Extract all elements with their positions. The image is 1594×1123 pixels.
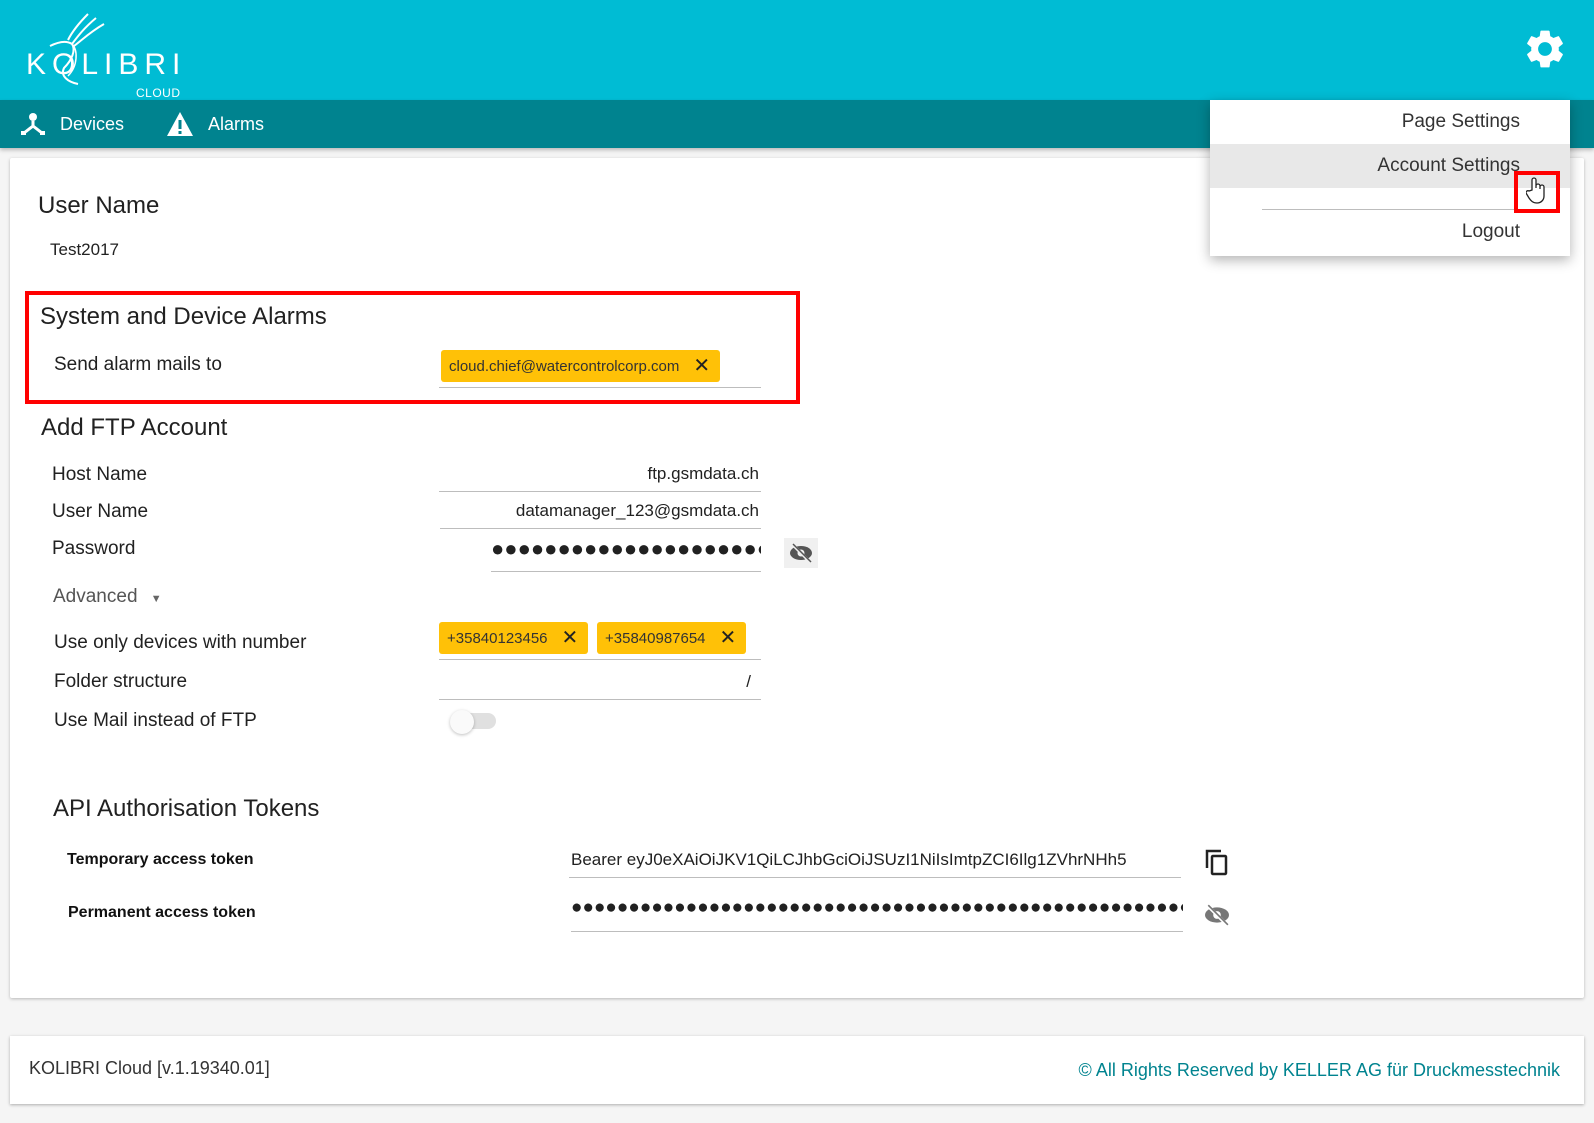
advanced-toggle[interactable]: Advanced ▼ [53,586,162,608]
remove-chip-icon[interactable]: ✕ [693,356,710,376]
settings-dropdown-menu: Page Settings Account Settings Logout [1210,100,1570,256]
device-number-chip: +35840123456 ✕ [439,622,589,654]
caret-down-icon: ▼ [150,593,162,605]
perm-token-label: Permanent access token [68,904,256,921]
device-number-chip: +35840987654 ✕ [597,622,747,654]
devices-number-label: Use only devices with number [54,632,307,653]
toggle-knob [450,710,474,734]
password-value: ●●●●●●●●●●●●●●●●●●●●●●● [491,538,761,561]
host-name-label: Host Name [52,464,148,485]
folder-structure-value: / [746,672,751,691]
api-tokens-heading: API Authorisation Tokens [53,795,320,822]
kolibri-logo[interactable]: KOLIBRI CLOUD [24,10,187,100]
chip-label: cloud.chief@watercontrolcorp.com [449,357,680,375]
temp-token-value: Bearer eyJ0eXAiOiJKV1QiLCJhbGciOiJSUzI1N… [571,850,1127,869]
perm-token-value: ●●●●●●●●●●●●●●●●●●●●●●●●●●●●●●●●●●●●●●●●… [571,898,1183,918]
settings-gear-button[interactable] [1522,26,1568,72]
password-label: Password [52,538,136,559]
perm-token-input[interactable]: ●●●●●●●●●●●●●●●●●●●●●●●●●●●●●●●●●●●●●●●●… [571,898,1183,932]
menu-item-label: Account Settings [1377,155,1520,176]
menu-item-label: Logout [1461,221,1520,242]
menu-item-logout[interactable]: Logout [1210,210,1570,254]
logo-text: KOLIBRI [26,48,187,81]
user-name-heading: User Name [38,192,160,219]
password-input[interactable]: ●●●●●●●●●●●●●●●●●●●●●●● [491,538,761,572]
temp-token-label: Temporary access token [67,851,254,868]
alarm-email-input[interactable]: cloud.chief@watercontrolcorp.com ✕ [439,350,761,388]
remove-chip-icon[interactable]: ✕ [562,628,579,648]
nav-alarms-label: Alarms [208,113,265,134]
chip-label: +35840123456 [447,629,548,647]
account-settings-card: User Name Test2017 System and Device Ala… [10,158,1584,998]
host-name-input[interactable]: ftp.gsmdata.ch [439,464,761,492]
page-footer: KOLIBRI Cloud [v.1.19340.01] © All Right… [10,1036,1584,1104]
top-header: KOLIBRI CLOUD [0,0,1594,100]
alarms-heading: System and Device Alarms [40,303,327,330]
ftp-user-name-input[interactable]: datamanager_123@gsmdata.ch [440,501,761,529]
ftp-user-name-label: User Name [52,501,149,522]
advanced-label: Advanced [53,586,138,607]
remove-chip-icon[interactable]: ✕ [720,628,737,648]
alarm-email-chip: cloud.chief@watercontrolcorp.com ✕ [441,350,721,382]
logo-subtext: CLOUD [136,86,181,100]
hand-pointer-icon [1525,177,1545,204]
nav-devices-label: Devices [60,113,125,134]
eye-off-icon [790,542,812,564]
toggle-token-visibility[interactable] [1200,900,1234,930]
nav-devices[interactable]: Devices [20,100,124,148]
nav-alarms[interactable]: Alarms [166,100,264,148]
toggle-password-visibility[interactable] [784,538,818,568]
temp-token-input[interactable]: Bearer eyJ0eXAiOiJKV1QiLCJhbGciOiJSUzI1N… [569,850,1181,878]
hand-cursor [1525,176,1548,209]
folder-structure-input[interactable]: / [439,672,761,700]
use-mail-label: Use Mail instead of FTP [54,710,257,731]
eye-off-icon [1205,904,1229,926]
warning-icon [167,112,193,136]
version-text: KOLIBRI Cloud [v.1.19340.01] [29,1058,270,1078]
copy-token-button[interactable] [1204,848,1230,881]
ftp-heading: Add FTP Account [41,414,228,441]
send-alarm-label: Send alarm mails to [54,354,222,375]
devices-icon [21,113,45,135]
folder-structure-label: Folder structure [54,671,188,692]
copy-icon [1205,849,1228,876]
ftp-user-name-value: datamanager_123@gsmdata.ch [515,501,759,520]
copyright-text: © All Rights Reserved by KELLER AG für D… [1078,1060,1560,1080]
menu-item-page-settings[interactable]: Page Settings [1210,100,1570,144]
menu-item-label: Page Settings [1401,111,1520,132]
chip-label: +35840987654 [605,629,706,647]
gear-icon [1527,30,1563,68]
use-mail-toggle[interactable] [450,710,498,734]
menu-item-account-settings[interactable]: Account Settings [1210,144,1570,188]
device-numbers-input[interactable]: +35840123456 ✕ +35840987654 ✕ [439,622,761,660]
host-name-value: ftp.gsmdata.ch [647,464,759,483]
user-name-value: Test2017 [50,240,119,259]
